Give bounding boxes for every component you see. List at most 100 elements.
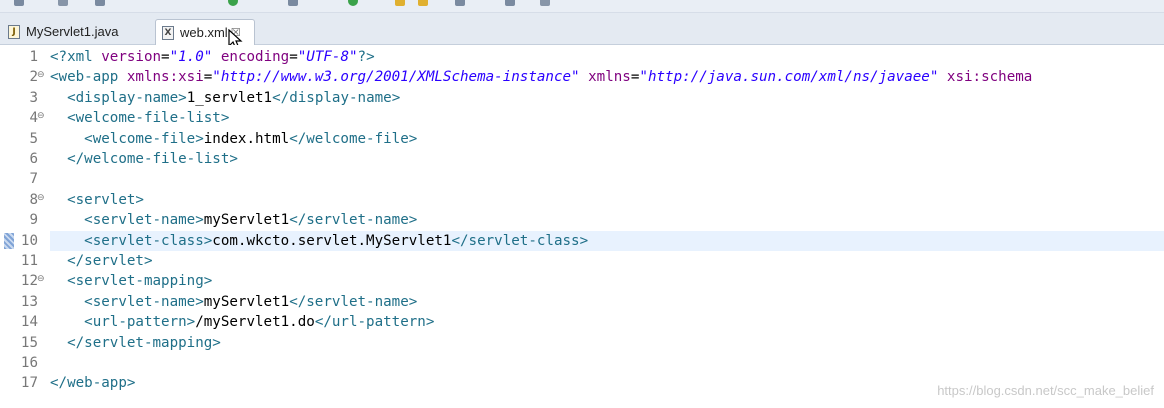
code-line[interactable]: 7 <box>0 169 1164 189</box>
java-file-icon: J <box>8 24 20 39</box>
code-token: <url-pattern> <box>84 314 196 331</box>
editor-tab-bar: J MyServlet1.java X web.xml ☒ <box>0 13 1164 45</box>
line-number: 17 <box>20 375 38 392</box>
code-text: <url-pattern>/myServlet1.do</url-pattern… <box>50 312 1164 332</box>
code-token: </servlet> <box>67 253 153 269</box>
code-text: </servlet> <box>50 251 1164 271</box>
code-token: </web-app> <box>50 375 136 392</box>
code-token: <display-name> <box>67 89 187 106</box>
code-token: myServlet1 <box>203 293 290 310</box>
code-line[interactable]: 1 <?xml version="1.0" encoding="UTF-8"?> <box>0 47 1164 67</box>
code-token: "http://java.sun.com/xml/ns/javaee" <box>639 69 939 86</box>
code-token: <servlet-name> <box>84 212 204 229</box>
run-icon[interactable] <box>348 0 358 6</box>
tab-myservlet1-java[interactable]: J MyServlet1.java <box>2 19 152 44</box>
code-line[interactable]: 3 <display-name>1_servlet1</display-name… <box>0 88 1164 108</box>
code-line[interactable]: 15 </servlet-mapping> <box>0 333 1164 353</box>
code-line[interactable]: 12 ⊖ <servlet-mapping> <box>0 271 1164 291</box>
code-token: version <box>101 49 162 65</box>
line-number: 16 <box>20 355 38 371</box>
code-line[interactable]: 5 <welcome-file>index.html</welcome-file… <box>0 129 1164 149</box>
code-text: <web-app xmlns:xsi="http://www.w3.org/20… <box>50 67 1164 87</box>
code-token: = <box>203 69 213 86</box>
toolbar-icon[interactable] <box>505 0 515 6</box>
code-token: <servlet-mapping> <box>67 273 213 290</box>
code-token: encoding <box>220 49 290 65</box>
line-number: 15 <box>20 334 38 351</box>
line-number: 14 <box>20 314 38 331</box>
folder-icon[interactable] <box>418 0 428 6</box>
toolbar-icon[interactable] <box>288 0 298 6</box>
toolbar-icon[interactable] <box>95 0 105 6</box>
watermark: https://blog.csdn.net/scc_make_belief <box>937 383 1154 398</box>
code-token: ?> <box>357 49 375 65</box>
fold-toggle-icon[interactable]: ⊖ <box>37 275 46 284</box>
code-line[interactable]: 2 ⊖ <web-app xmlns:xsi="http://www.w3.org/… <box>0 67 1164 87</box>
code-text: <servlet-name>myServlet1</servlet-name> <box>50 210 1164 230</box>
code-token: "UTF-8" <box>297 49 358 65</box>
code-token: <servlet-name> <box>84 293 204 310</box>
code-line[interactable]: 9 <servlet-name>myServlet1</servlet-name… <box>0 210 1164 230</box>
code-token: <?xml <box>50 49 102 65</box>
code-token: /myServlet1.do <box>195 314 315 331</box>
code-token: </welcome-file-list> <box>67 151 238 167</box>
code-token: </welcome-file> <box>289 130 418 147</box>
fold-toggle-icon[interactable]: ⊖ <box>37 71 46 80</box>
code-line[interactable]: 6 </welcome-file-list> <box>0 149 1164 169</box>
run-icon[interactable] <box>228 0 238 6</box>
code-token: </servlet-class> <box>451 232 589 249</box>
code-token: xmlns:xsi <box>126 69 204 86</box>
toolbar-icon[interactable] <box>540 0 550 6</box>
code-text: <display-name>1_servlet1</display-name> <box>50 88 1164 108</box>
toolbar-icon[interactable] <box>58 0 68 6</box>
current-line-marker <box>4 232 14 249</box>
tab-label: web.xml <box>180 25 228 40</box>
code-token: "1.0" <box>169 49 213 65</box>
code-line[interactable]: 14 <url-pattern>/myServlet1.do</url-patt… <box>0 312 1164 332</box>
fold-toggle-icon[interactable]: ⊖ <box>37 112 46 121</box>
code-token: <web-app <box>50 69 127 86</box>
code-token: </url-pattern> <box>314 314 435 331</box>
folder-icon[interactable] <box>395 0 405 6</box>
code-text: <servlet> <box>50 190 1164 210</box>
code-token: "http://www.w3.org/2001/XMLSchema-instan… <box>212 69 580 86</box>
code-token: </servlet-mapping> <box>67 334 221 351</box>
code-token: xmlns <box>588 69 631 86</box>
toolbar-icon[interactable] <box>455 0 465 6</box>
tab-label: MyServlet1.java <box>26 24 119 39</box>
code-line[interactable]: 4 ⊖ <welcome-file-list> <box>0 108 1164 128</box>
code-text: <?xml version="1.0" encoding="UTF-8"?> <box>50 47 1164 67</box>
code-token: index.html <box>203 130 290 147</box>
toolbar-icon[interactable] <box>14 0 24 6</box>
code-token: <servlet> <box>67 191 144 208</box>
code-line[interactable]: 11 </servlet> <box>0 251 1164 271</box>
code-token: 1_servlet1 <box>186 89 273 106</box>
line-number: 6 <box>29 151 38 167</box>
code-line[interactable]: 8 ⊖ <servlet> <box>0 190 1164 210</box>
line-number: 3 <box>29 89 38 106</box>
code-text: <servlet-name>myServlet1</servlet-name> <box>50 292 1164 312</box>
code-token: = <box>161 49 170 65</box>
code-token: <welcome-file-list> <box>67 110 230 127</box>
code-token: myServlet1 <box>203 212 290 229</box>
code-line[interactable]: 16 <box>0 353 1164 373</box>
code-token: = <box>289 49 298 65</box>
code-line[interactable]: 13 <servlet-name>myServlet1</servlet-nam… <box>0 292 1164 312</box>
code-editor[interactable]: 1 <?xml version="1.0" encoding="UTF-8"?> 2… <box>0 45 1164 408</box>
fold-toggle-icon[interactable]: ⊖ <box>37 193 46 203</box>
code-line[interactable]: 10 <servlet-class>com.wkcto.servlet.MySe… <box>0 230 1164 251</box>
toolbar <box>0 0 1164 13</box>
code-text: <servlet-class>com.wkcto.servlet.MyServl… <box>50 230 1164 251</box>
